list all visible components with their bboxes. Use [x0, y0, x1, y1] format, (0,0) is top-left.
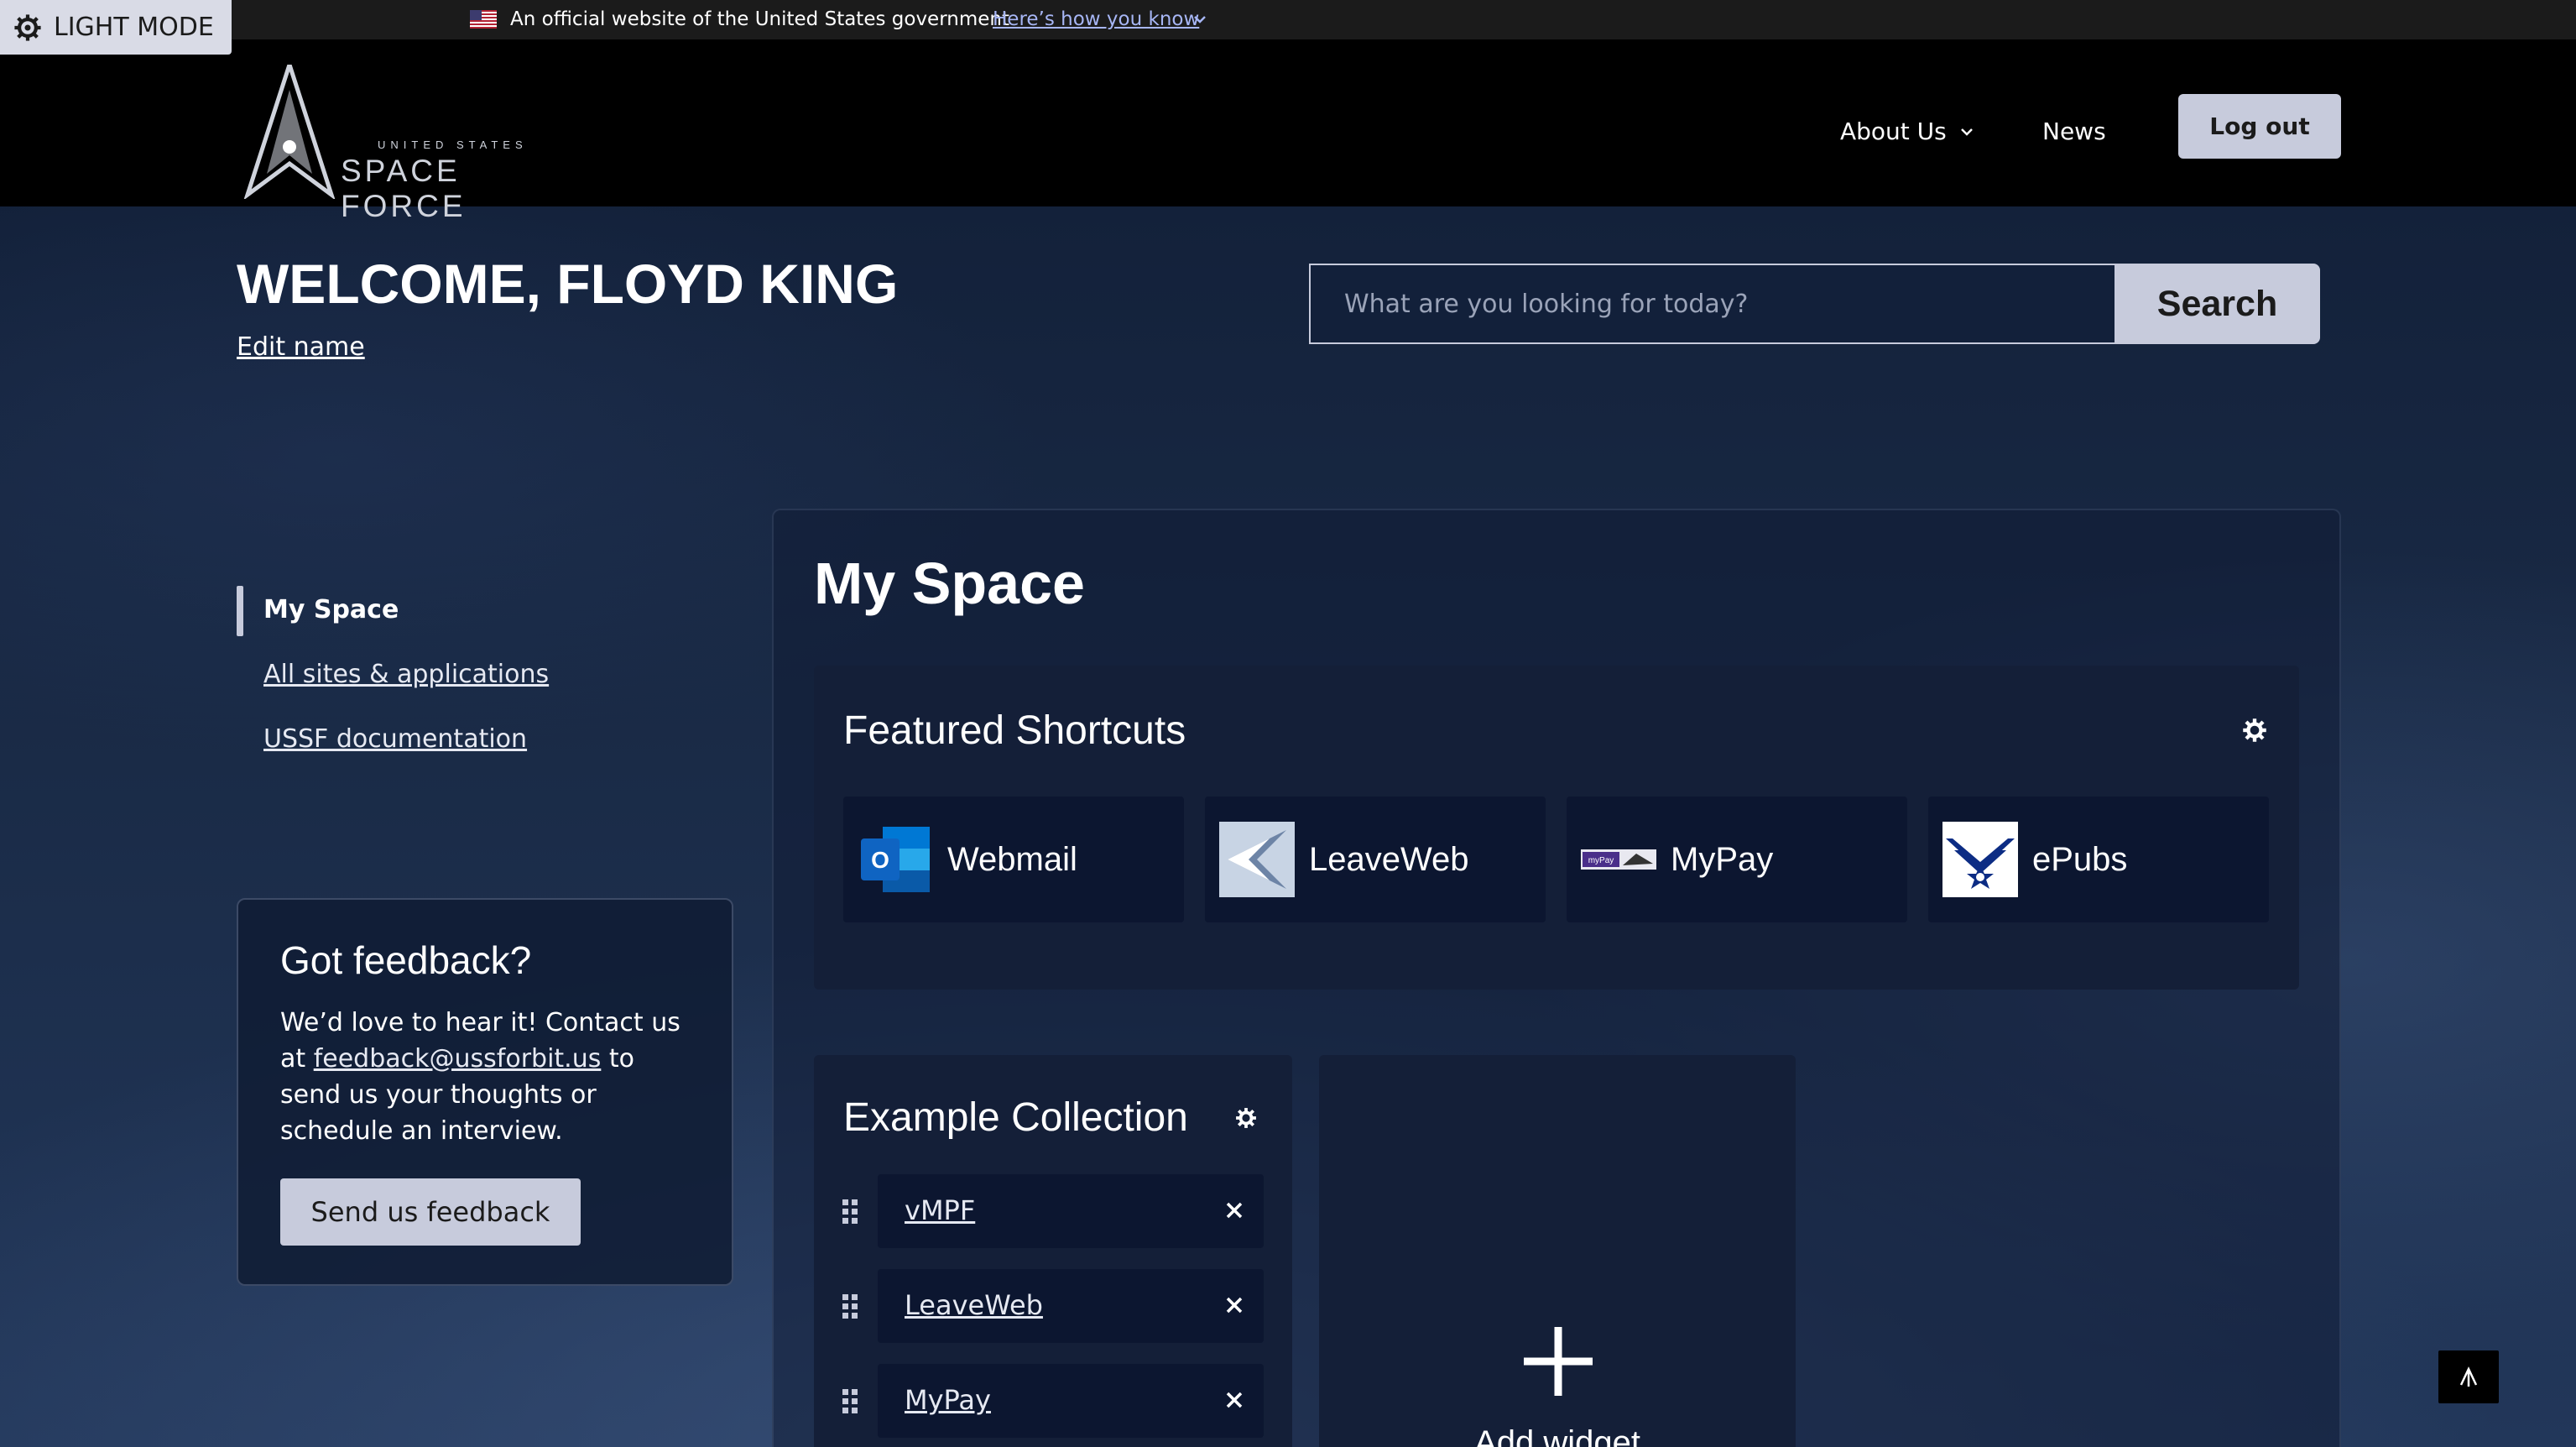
mypay-icon: myPay — [1581, 849, 1656, 870]
logout-button[interactable]: Log out — [2178, 94, 2341, 159]
shortcut-label: LeaveWeb — [1309, 840, 1469, 878]
sidebar-item-my-space[interactable]: My Space — [263, 595, 399, 624]
gov-banner-text: An official website of the United States… — [510, 8, 1009, 30]
edit-name-link[interactable]: Edit name — [237, 332, 365, 362]
svg-text:myPay: myPay — [1588, 856, 1614, 865]
search-placeholder: What are you looking for today? — [1344, 289, 1749, 319]
add-widget-card[interactable]: Add widget — [1319, 1055, 1796, 1447]
leaveweb-icon — [1219, 822, 1295, 897]
light-mode-label: LIGHT MODE — [54, 13, 214, 42]
shortcut-label: Webmail — [947, 840, 1077, 878]
collection-title: Example Collection — [843, 1095, 1188, 1140]
drag-handle-icon[interactable] — [841, 1387, 859, 1416]
delta-logo-icon — [243, 65, 336, 199]
chevron-down-icon — [1960, 128, 1973, 136]
gear-icon[interactable] — [1235, 1107, 1257, 1129]
nav-news[interactable]: News — [2042, 118, 2106, 145]
send-feedback-button[interactable]: Send us feedback — [280, 1178, 581, 1246]
list-item: MyPay — [878, 1364, 1264, 1438]
close-icon[interactable] — [1222, 1198, 1247, 1223]
collection-link[interactable]: vMPF — [905, 1194, 975, 1226]
search-button[interactable]: Search — [2115, 264, 2320, 344]
logo-big-text: SPACE FORCE — [341, 154, 467, 223]
feedback-email-link[interactable]: feedback@ussforbit.us — [314, 1044, 602, 1073]
drag-handle-icon[interactable] — [841, 1293, 859, 1321]
gov-banner: An official website of the United States… — [0, 0, 2576, 39]
close-icon[interactable] — [1222, 1293, 1247, 1318]
site-header: UNITED STATES SPACE FORCE About Us News … — [0, 39, 2576, 223]
collection-link[interactable]: LeaveWeb — [905, 1289, 1043, 1321]
drag-handle-icon[interactable] — [841, 1198, 859, 1226]
list-item: vMPF — [878, 1174, 1264, 1248]
plus-icon — [1524, 1327, 1593, 1396]
nav-about-us[interactable]: About Us — [1840, 118, 1975, 145]
chevron-down-icon[interactable] — [1192, 11, 1208, 28]
my-space-title: My Space — [814, 551, 1085, 616]
outlook-icon: O — [861, 827, 930, 892]
space-force-logo[interactable]: UNITED STATES SPACE FORCE — [243, 65, 579, 223]
shortcut-mypay[interactable]: myPay MyPay — [1567, 797, 1907, 922]
sidebar-item-ussf-documentation[interactable]: USSF documentation — [263, 724, 527, 754]
svg-text:O: O — [871, 847, 889, 873]
collection-link[interactable]: MyPay — [905, 1384, 991, 1416]
search-input[interactable]: What are you looking for today? — [1309, 264, 2115, 344]
air-force-icon — [1942, 822, 2018, 897]
add-widget-label: Add widget — [1474, 1424, 1640, 1447]
feedback-body: We’d love to hear it! Contact us at feed… — [280, 1005, 700, 1149]
sidebar-active-indicator — [237, 586, 243, 636]
shortcut-label: ePubs — [2032, 840, 2128, 878]
feedback-card: Got feedback? We’d love to hear it! Cont… — [237, 898, 733, 1286]
example-collection-card: Example Collection vMPF LeaveWeb MyPay — [814, 1055, 1292, 1447]
light-mode-toggle[interactable]: LIGHT MODE — [0, 0, 232, 55]
feedback-title: Got feedback? — [280, 938, 532, 982]
shortcut-webmail[interactable]: O Webmail — [843, 797, 1184, 922]
shortcut-label: MyPay — [1671, 840, 1774, 878]
nav-about-label: About Us — [1840, 118, 1947, 145]
arrow-up-icon — [2459, 1366, 2478, 1387]
gear-icon[interactable] — [2242, 718, 2267, 743]
how-you-know-link[interactable]: Here’s how you know — [993, 8, 1199, 30]
featured-shortcuts-card: Featured Shortcuts O Webmail LeaveWeb my… — [814, 666, 2299, 990]
list-item: LeaveWeb — [878, 1269, 1264, 1343]
back-to-top-button[interactable] — [2438, 1350, 2499, 1403]
close-icon[interactable] — [1222, 1387, 1247, 1413]
shortcut-epubs[interactable]: ePubs — [1928, 797, 2269, 922]
gear-icon — [14, 13, 41, 41]
welcome-heading: WELCOME, FLOYD KING — [237, 253, 899, 315]
sidebar-item-all-sites[interactable]: All sites & applications — [263, 660, 549, 689]
featured-shortcuts-title: Featured Shortcuts — [843, 708, 1186, 753]
logo-small-text: UNITED STATES — [378, 138, 528, 151]
shortcut-leaveweb[interactable]: LeaveWeb — [1205, 797, 1546, 922]
us-flag-icon — [470, 10, 497, 29]
